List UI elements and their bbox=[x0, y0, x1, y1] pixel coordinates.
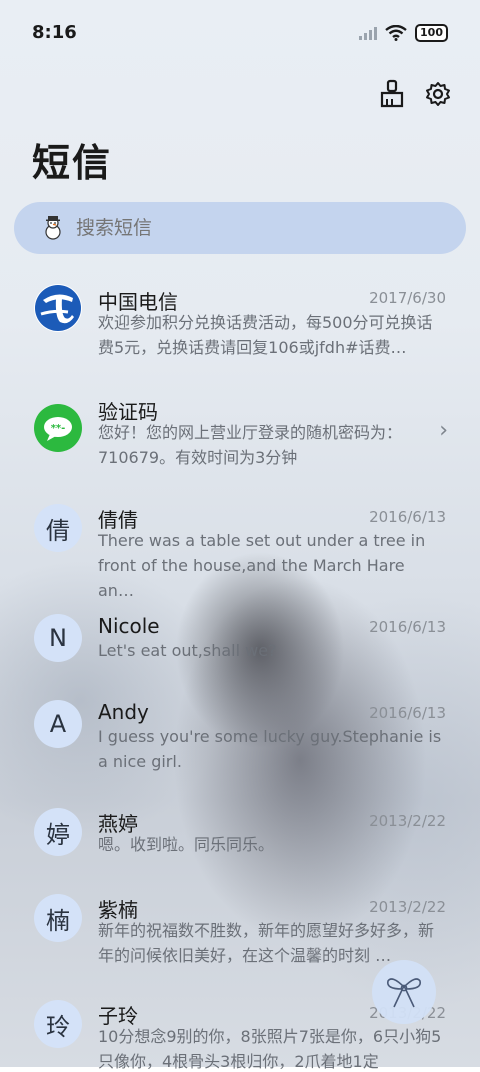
message-date: 2016/6/13 bbox=[369, 704, 446, 722]
conversation-item[interactable]: 倩 倩倩 2016/6/13 There was a table set out… bbox=[0, 486, 480, 600]
message-preview: 嗯。收到啦。同乐同乐。 bbox=[98, 835, 275, 854]
wifi-icon bbox=[385, 25, 407, 41]
message-date: 2013/2/22 bbox=[369, 812, 446, 830]
status-bar: 8:16 100 bbox=[0, 0, 480, 66]
battery-indicator: 100 bbox=[415, 24, 448, 42]
message-preview: 10分想念9别的你，8张照片7张是你，6只小狗5只像你，4根骨头3根归你，2爪着… bbox=[98, 1027, 442, 1070]
message-preview: 您好！您的网上营业厅登录的随机密码为：710679。有效时间为3分钟 bbox=[98, 423, 403, 467]
svg-text:**-: **- bbox=[51, 423, 66, 434]
china-telecom-logo-icon bbox=[34, 284, 82, 332]
message-preview: I guess you're some lucky guy.Stephanie … bbox=[98, 727, 442, 771]
clean-brush-button[interactable] bbox=[378, 78, 406, 110]
message-preview: There was a table set out under a tree i… bbox=[98, 531, 426, 600]
message-preview: Let's eat out,shall we? bbox=[98, 641, 277, 660]
avatar: N bbox=[34, 614, 82, 662]
conversation-item[interactable]: N Nicole 2016/6/13 Let's eat out,shall w… bbox=[0, 596, 480, 682]
avatar: 婷 bbox=[34, 808, 82, 856]
contact-name: Andy bbox=[98, 700, 149, 724]
search-bar[interactable] bbox=[14, 202, 466, 254]
conversation-item[interactable]: A Andy 2016/6/13 I guess you're some luc… bbox=[0, 682, 480, 790]
avatar: 玲 bbox=[34, 1000, 82, 1048]
status-time: 8:16 bbox=[32, 22, 77, 43]
search-input[interactable] bbox=[74, 216, 438, 240]
avatar: 楠 bbox=[34, 894, 82, 942]
message-date: 2016/6/13 bbox=[369, 508, 446, 526]
avatar: 倩 bbox=[34, 504, 82, 552]
conversation-item[interactable]: 婷 燕婷 2013/2/22 嗯。收到啦。同乐同乐。 bbox=[0, 790, 480, 876]
gear-icon bbox=[426, 82, 450, 106]
bow-icon bbox=[386, 978, 422, 1008]
avatar: A bbox=[34, 700, 82, 748]
message-bubble-icon: **- bbox=[34, 404, 82, 452]
message-date: 2013/2/22 bbox=[369, 898, 446, 916]
status-icons: 100 bbox=[359, 24, 448, 42]
message-preview: 新年的祝福数不胜数，新年的愿望好多好多，新年的问候依旧美好，在这个温馨的时刻 … bbox=[98, 921, 435, 965]
settings-button[interactable] bbox=[424, 78, 452, 110]
chevron-right-icon[interactable]: › bbox=[439, 418, 448, 443]
message-date: 2017/6/30 bbox=[369, 289, 446, 307]
conversation-item[interactable]: 中国电信 2017/6/30 欢迎参加积分兑换话费活动，每500分可兑换话费5元… bbox=[0, 266, 480, 376]
message-date: 2016/6/13 bbox=[369, 618, 446, 636]
snowman-icon bbox=[40, 215, 66, 241]
conversation-item[interactable]: **- 验证码 您好！您的网上营业厅登录的随机密码为：710679。有效时间为3… bbox=[0, 376, 480, 486]
brush-icon bbox=[380, 79, 404, 108]
compose-button[interactable] bbox=[372, 960, 436, 1024]
contact-name: Nicole bbox=[98, 614, 160, 638]
message-preview: 欢迎参加积分兑换话费活动，每500分可兑换话费5元，兑换话费请回复106或jfd… bbox=[98, 313, 433, 357]
page-title: 短信 bbox=[32, 141, 113, 185]
top-actions bbox=[378, 78, 452, 110]
signal-icon bbox=[359, 26, 378, 40]
